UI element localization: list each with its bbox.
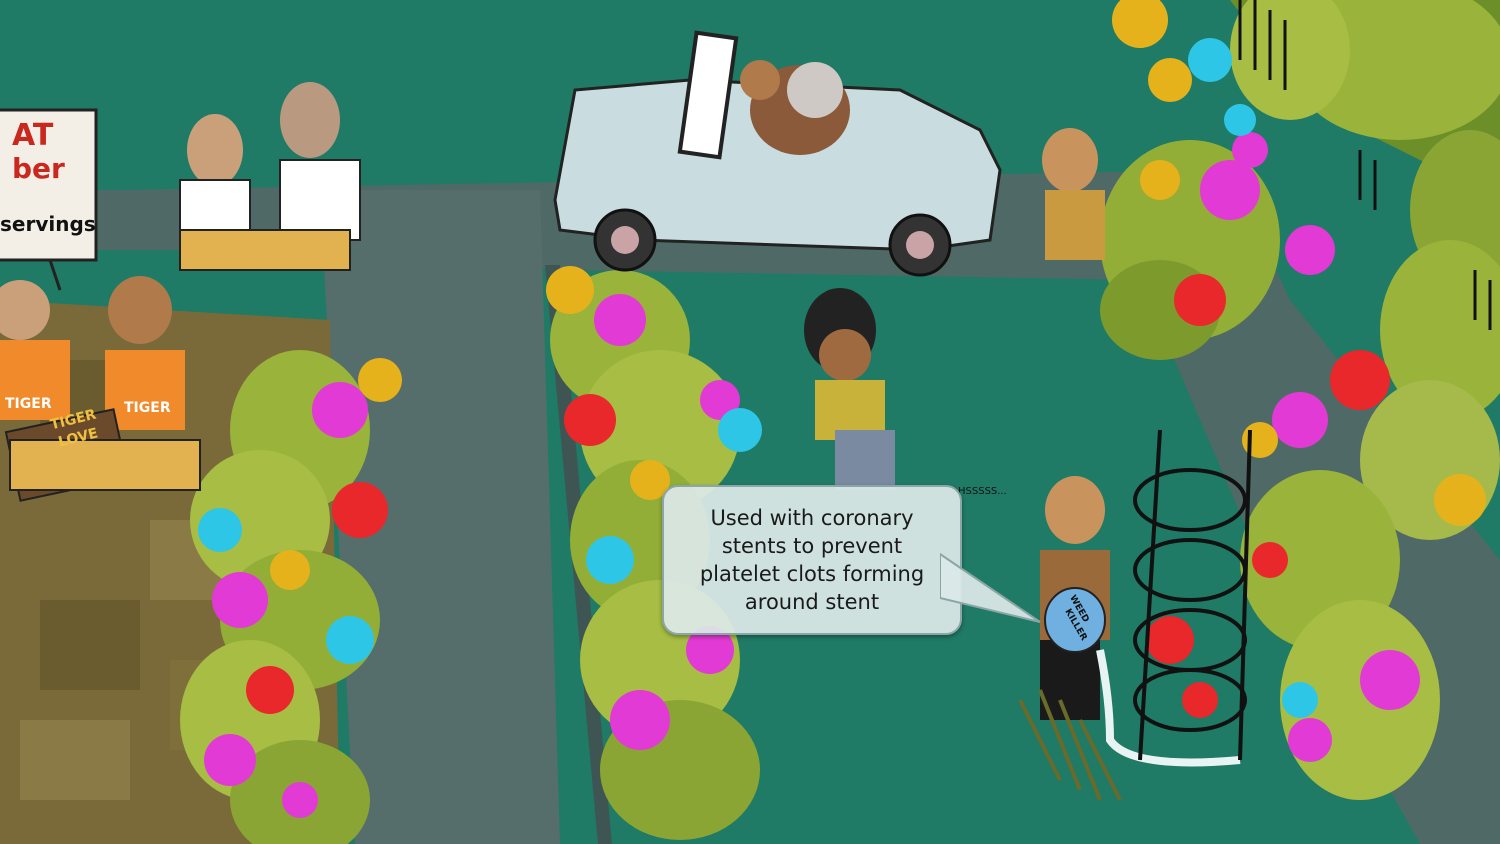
mechanic (1042, 128, 1105, 260)
sign-line-2: ber (12, 152, 65, 185)
garden-scene-illustration (0, 0, 1500, 844)
sound-effect-text: HSSSSS... (958, 486, 1007, 497)
callout-text: Used with coronary stents to prevent pla… (699, 506, 925, 614)
info-callout: Used with coronary stents to prevent pla… (662, 485, 962, 635)
callout-pointer (940, 552, 1041, 623)
shirt-label-right: TIGER (124, 400, 171, 416)
sign-line-3: servings (0, 212, 96, 236)
shirt-label-left: TIGER (5, 396, 52, 412)
sign-line-1: AT (12, 118, 54, 153)
